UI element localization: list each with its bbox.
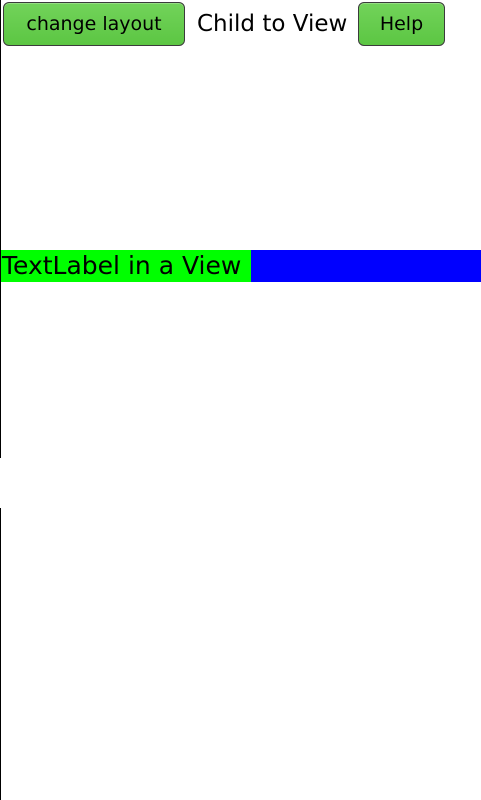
help-button[interactable]: Help	[358, 2, 445, 46]
text-label-in-view: TextLabel in a View	[1, 250, 251, 282]
left-edge-line	[0, 0, 1, 800]
left-edge-gap	[0, 458, 1, 508]
page-title: Child to View	[197, 11, 348, 37]
change-layout-button[interactable]: change layout	[3, 2, 185, 46]
blue-view-container: TextLabel in a View	[1, 250, 481, 282]
